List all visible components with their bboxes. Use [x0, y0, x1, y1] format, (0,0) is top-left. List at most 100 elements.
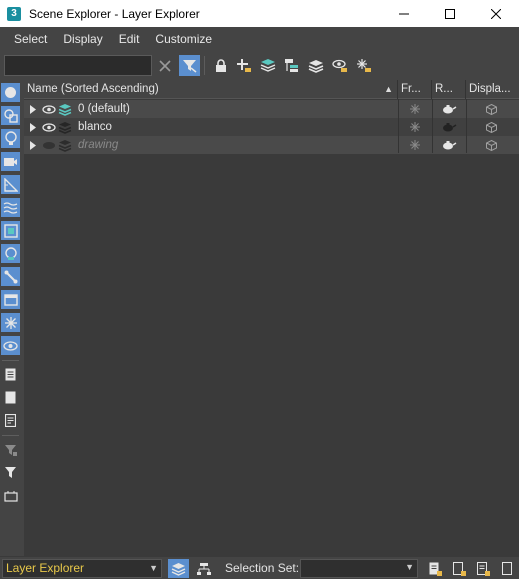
hierarchy-mode-button[interactable] [193, 559, 214, 578]
layer-icon [58, 139, 72, 152]
filter-groups-button[interactable] [1, 221, 20, 240]
edit-selection-set-button[interactable] [449, 559, 470, 578]
freeze-cell[interactable] [398, 100, 432, 118]
filter-bones-button[interactable] [1, 267, 20, 286]
invert-display-button[interactable] [1, 411, 20, 430]
filter-helpers-button[interactable] [1, 175, 20, 194]
row-name-cell: drawing [24, 136, 398, 154]
minimize-button[interactable] [381, 0, 427, 27]
render-cell[interactable] [432, 100, 466, 118]
layer-name[interactable]: drawing [78, 139, 118, 151]
filter-geometry-button[interactable] [1, 83, 20, 102]
filter-space-warps-button[interactable] [1, 198, 20, 217]
column-header-name-label: Name (Sorted Ascending) [27, 83, 159, 95]
render-cell[interactable] [432, 136, 466, 154]
eye-hidden-icon[interactable] [42, 141, 56, 150]
menu-edit[interactable]: Edit [111, 27, 148, 52]
menu-bar: Select Display Edit Customize [0, 27, 519, 52]
filter-hidden-button[interactable] [1, 336, 20, 355]
freeze-snowflake-icon [410, 104, 420, 114]
eye-visible-icon[interactable] [42, 104, 56, 114]
eye-layer-button[interactable] [329, 55, 350, 76]
table-row[interactable]: 0 (default) [24, 100, 519, 118]
table-row[interactable]: drawing [24, 136, 519, 154]
layer-mode-button[interactable] [168, 559, 189, 578]
remove-selection-set-button[interactable] [497, 559, 518, 578]
hierarchy-mode-icon [196, 562, 211, 575]
display-cell[interactable] [466, 100, 517, 118]
explorer-type-value: Layer Explorer [6, 561, 85, 575]
freeze-layer-icon [356, 58, 371, 72]
hierarchy-button[interactable] [281, 55, 302, 76]
layer-name[interactable]: 0 (default) [78, 103, 130, 115]
expand-arrow-icon[interactable] [30, 140, 38, 150]
selection-toggle-icon [3, 490, 18, 502]
menu-customize[interactable]: Customize [147, 27, 220, 52]
display-all-button[interactable] [1, 365, 20, 384]
eye-visible-icon[interactable] [42, 122, 56, 132]
filter-shapes-button[interactable] [1, 106, 20, 125]
column-header-display[interactable]: Displa... [466, 80, 519, 99]
layer-name[interactable]: blanco [78, 121, 112, 133]
geometry-icon [5, 87, 16, 98]
lock-button[interactable] [210, 55, 231, 76]
helpers-icon [3, 177, 18, 192]
freeze-layer-button[interactable] [353, 55, 374, 76]
lock-icon [215, 58, 226, 72]
filter-frozen-button[interactable] [1, 313, 20, 332]
filter-options-button[interactable] [1, 440, 20, 459]
add-to-layer-icon [236, 58, 251, 72]
row-name-cell: 0 (default) [24, 100, 398, 118]
display-cell[interactable] [466, 118, 517, 136]
explorer-type-dropdown[interactable]: Layer Explorer ▼ [2, 559, 162, 578]
maximize-button[interactable] [427, 0, 473, 27]
column-header-name[interactable]: Name (Sorted Ascending) ▲ [24, 80, 398, 99]
chevron-down-icon: ▼ [405, 562, 414, 572]
display-box-icon [486, 139, 497, 151]
column-header-render[interactable]: R... [432, 80, 466, 99]
selection-toggle-button[interactable] [1, 486, 20, 505]
remove-selection-icon [502, 562, 512, 575]
display-none-button[interactable] [1, 388, 20, 407]
filter-lights-button[interactable] [1, 129, 20, 148]
layer-icon [58, 121, 72, 134]
close-icon [491, 8, 501, 19]
layer-stack-button[interactable] [305, 55, 326, 76]
filter-cameras-button[interactable] [1, 152, 20, 171]
expand-arrow-icon[interactable] [30, 104, 38, 114]
expand-arrow-icon[interactable] [30, 122, 38, 132]
clear-search-button[interactable] [154, 55, 175, 76]
table-row[interactable]: blanco [24, 118, 519, 136]
active-layer-icon [58, 103, 72, 116]
search-input[interactable] [4, 55, 152, 76]
load-selection-set-button[interactable] [473, 559, 494, 578]
menu-select[interactable]: Select [6, 27, 55, 52]
row-name-cell: blanco [24, 118, 398, 136]
close-button[interactable] [473, 0, 519, 27]
filter-containers-button[interactable] [1, 290, 20, 309]
clear-x-icon [158, 59, 171, 72]
render-teapot-icon [443, 105, 457, 114]
chevron-down-icon: ▼ [149, 563, 158, 573]
render-cell[interactable] [432, 118, 466, 136]
freeze-cell[interactable] [398, 118, 432, 136]
filter-xrefs-button[interactable] [1, 244, 20, 263]
shapes-icon [3, 108, 18, 123]
display-cell[interactable] [466, 136, 517, 154]
filter-icon [5, 467, 16, 478]
app-icon: 3 [7, 6, 21, 21]
filter-toggle-icon [183, 60, 197, 73]
column-header-freeze[interactable]: Fr... [398, 80, 432, 99]
minimize-icon [399, 13, 409, 14]
save-selection-set-button[interactable] [425, 559, 446, 578]
selection-set-dropdown[interactable]: ▼ [300, 559, 418, 578]
freeze-cell[interactable] [398, 136, 432, 154]
menu-display[interactable]: Display [55, 27, 110, 52]
add-to-layer-button[interactable] [233, 55, 254, 76]
filter-toggle-button[interactable] [179, 55, 200, 76]
layers-button[interactable] [257, 55, 278, 76]
filter-button[interactable] [1, 463, 20, 482]
sort-ascending-icon: ▲ [384, 84, 393, 94]
cameras-icon [4, 157, 17, 166]
space-warps-icon [3, 202, 18, 214]
